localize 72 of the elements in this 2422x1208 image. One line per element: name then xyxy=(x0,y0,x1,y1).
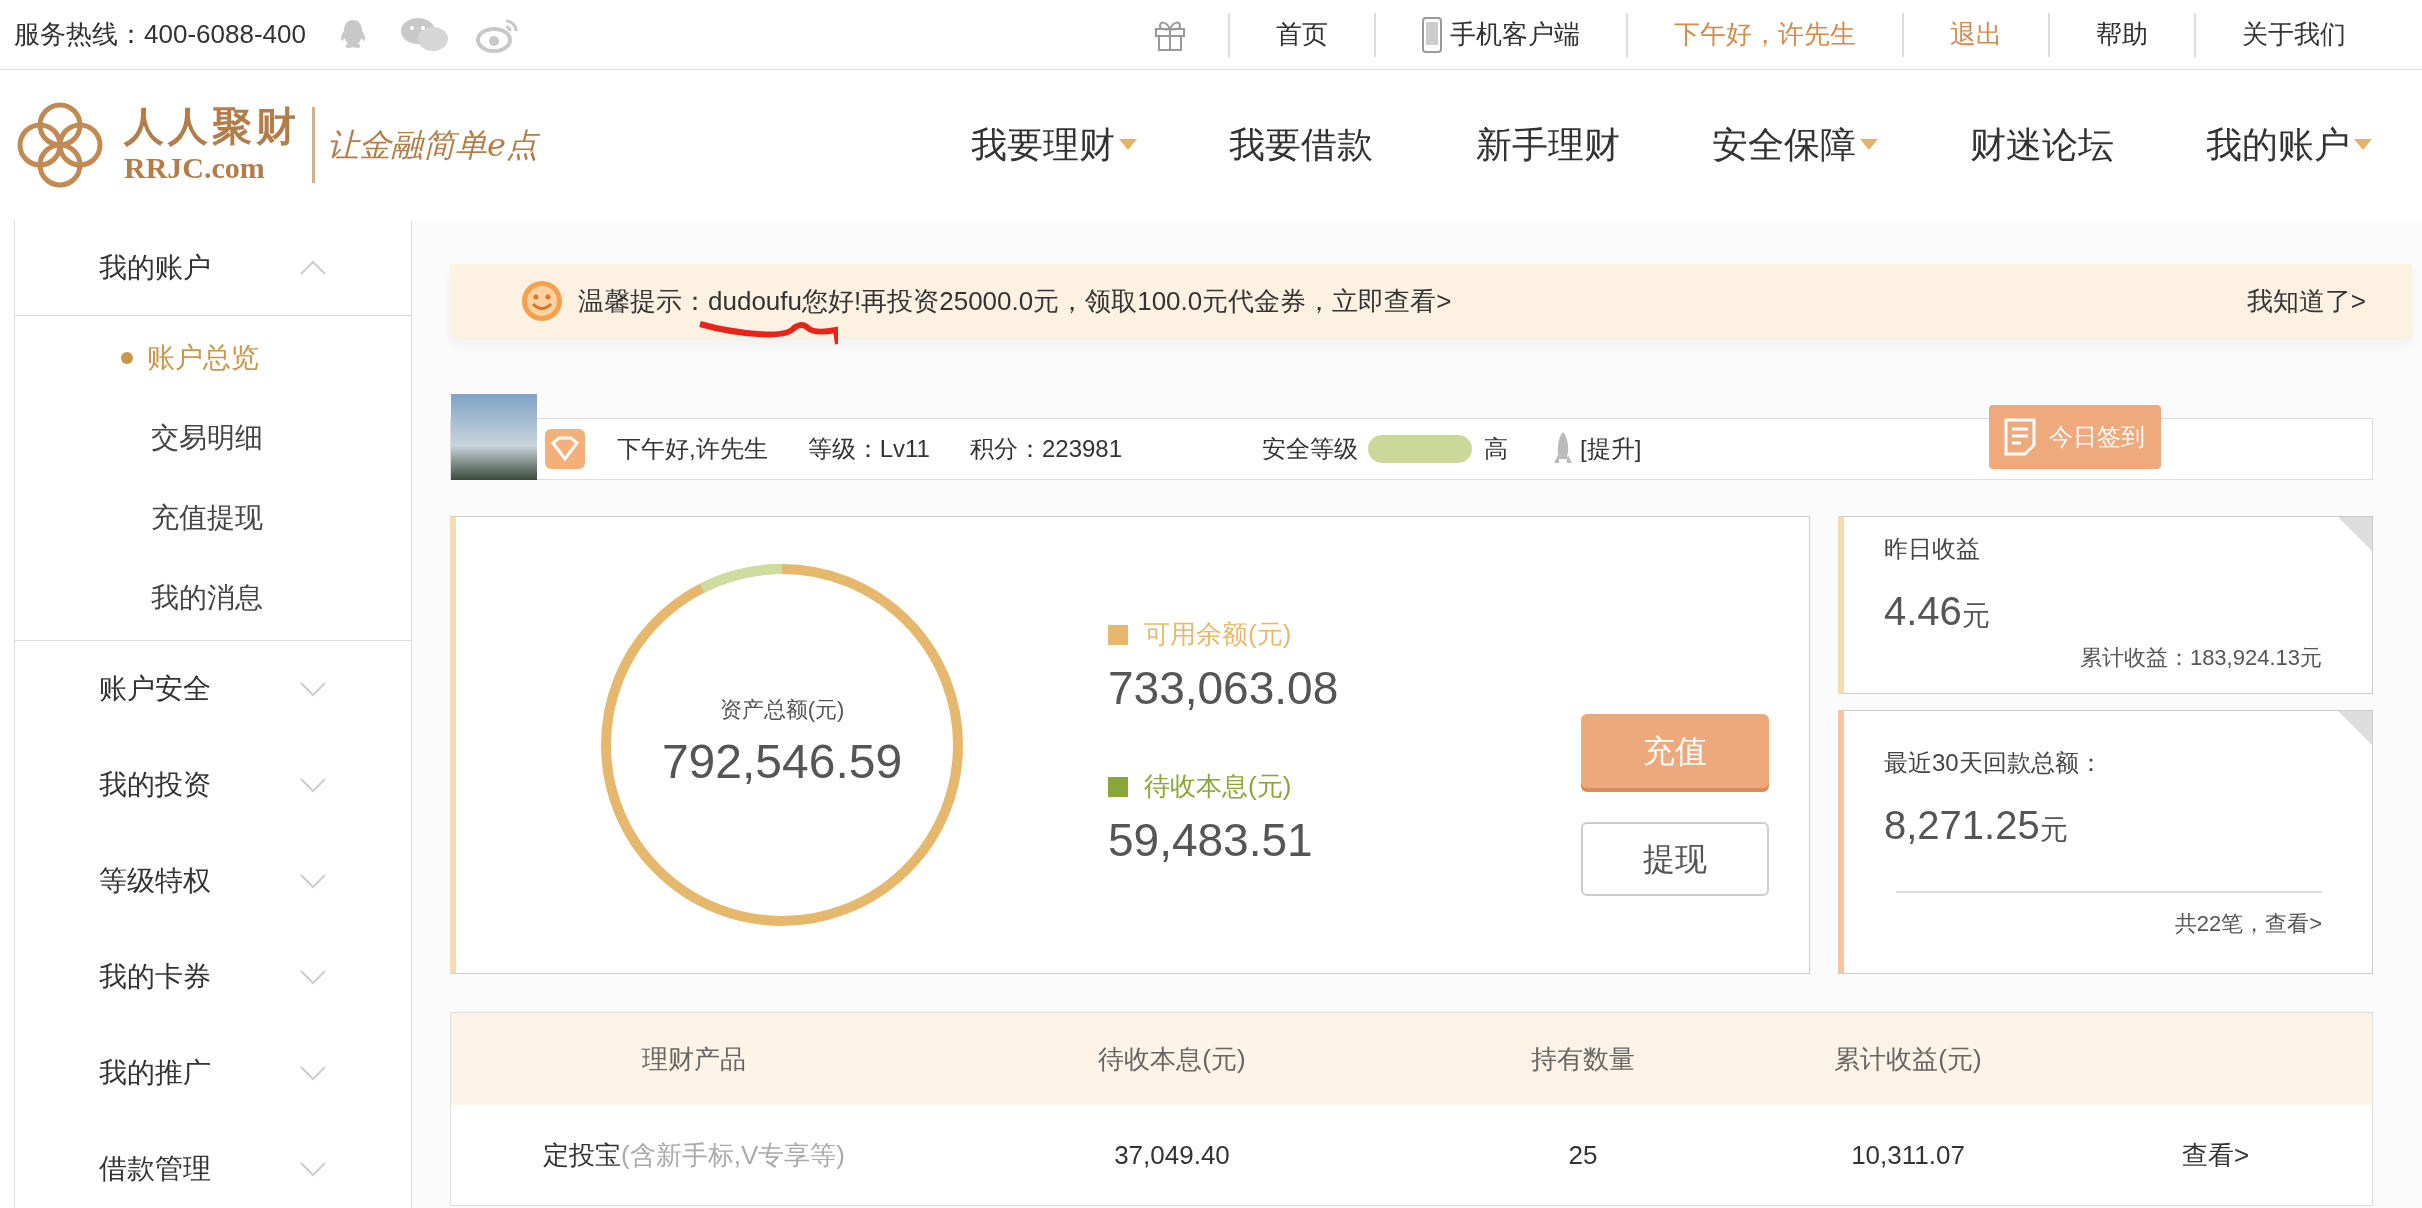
sidebar-item[interactable]: 充值提现 xyxy=(15,478,411,558)
legend-label: 可用余额(元) xyxy=(1144,618,1292,651)
caret-down-icon xyxy=(1118,139,1137,151)
table-cell-text: 25 xyxy=(1568,1138,1598,1172)
amount-value: 59,483.51 xyxy=(1108,813,1314,868)
logo-slogan: 让金融简单e点 xyxy=(327,125,538,166)
help-corner-icon[interactable] xyxy=(2338,517,2372,551)
column-header: 持有数量 xyxy=(1531,1042,1635,1076)
nav-item[interactable]: 我要借款 xyxy=(1177,118,1424,172)
upgrade-link[interactable]: [提升] xyxy=(1580,431,1642,467)
security-label: 安全等级 xyxy=(1262,434,1359,464)
chevron-down-icon xyxy=(299,1064,327,1081)
document-icon xyxy=(2003,417,2037,457)
hotline-text: 服务热线：400-6088-400 xyxy=(14,18,306,51)
legend-label: 待收本息(元) xyxy=(1144,770,1292,803)
nav-item[interactable]: 我的账户 xyxy=(2165,118,2412,172)
dismiss-link[interactable]: 我知道了> xyxy=(2246,281,2366,321)
help-corner-icon[interactable] xyxy=(2338,711,2372,745)
chat-bubbles-icon[interactable] xyxy=(399,16,450,53)
column-header: 待收本息(元) xyxy=(1098,1042,1246,1076)
bullet-icon xyxy=(121,352,133,364)
sidebar-section[interactable]: 等级特权 xyxy=(15,833,411,929)
chevron-down-icon xyxy=(299,1160,327,1177)
chevron-down-icon xyxy=(299,680,327,697)
total-label: 资产总额(元) xyxy=(719,695,845,724)
column-header: 理财产品 xyxy=(642,1042,746,1076)
grade-text: 等级：Lv11 xyxy=(807,434,930,464)
view-link[interactable]: 查看> xyxy=(2181,1135,2250,1175)
chevron-down-icon xyxy=(299,968,327,985)
top-link[interactable]: 帮助 xyxy=(2050,15,2194,54)
table-cell-text: 10,311.07 xyxy=(1851,1138,1965,1172)
caret-down-icon xyxy=(1859,139,1878,151)
sidebar-item[interactable]: 我的消息 xyxy=(15,558,411,638)
points-text: 积分：223981 xyxy=(969,434,1123,464)
chevron-up-icon xyxy=(299,259,327,276)
column-header: 累计收益(元) xyxy=(1834,1042,1982,1076)
sidebar-section[interactable]: 借款管理 xyxy=(15,1121,411,1208)
caret-down-icon xyxy=(2353,139,2372,151)
sidebar-section[interactable]: 账户安全 xyxy=(15,641,411,737)
chevron-down-icon xyxy=(299,872,327,889)
stat-value: 4.46元 xyxy=(1884,588,1991,635)
sidebar-section[interactable]: 我的卡券 xyxy=(15,929,411,1025)
stat-title: 昨日收益 xyxy=(1884,534,1981,564)
table-cell-text: 定投宝(含新手标,V专享等) xyxy=(543,1138,845,1172)
withdraw-button[interactable]: 提现 xyxy=(1581,822,1769,896)
cumulative-text: 累计收益：183,924.13元 xyxy=(2079,644,2322,672)
total-amount: 792,546.59 xyxy=(661,733,903,790)
security-rating: 高 xyxy=(1484,434,1509,464)
amount-value: 733,063.08 xyxy=(1108,661,1339,716)
nav-item[interactable]: 新手理财 xyxy=(1424,118,1671,172)
stat-value: 8,271.25元 xyxy=(1884,802,2069,849)
stat-title: 最近30天回款总额： xyxy=(1884,748,2104,778)
sidebar-section[interactable]: 我的账户 xyxy=(15,220,411,316)
greeting-text: 下午好,许先生 xyxy=(617,434,768,464)
top-link[interactable]: 首页 xyxy=(1230,15,1374,54)
chevron-down-icon xyxy=(299,776,327,793)
phone-icon xyxy=(1422,16,1442,53)
sidebar-section[interactable]: 我的投资 xyxy=(15,737,411,833)
notice-text: 温馨提示：dudoufu您好!再投资25000.0元，领取100.0元代金券，立即查看> xyxy=(578,285,1452,316)
smiley-icon xyxy=(520,279,564,323)
logo-name: 人人聚财 xyxy=(124,107,300,147)
top-link[interactable]: 手机客户端 xyxy=(1376,15,1626,54)
logo-domain: RRJC.com xyxy=(124,153,266,183)
sidebar-item[interactable]: 交易明细 xyxy=(15,398,411,478)
vip-badge-icon xyxy=(545,429,585,469)
table-cell-text: 37,049.40 xyxy=(1114,1138,1230,1172)
nav-item[interactable]: 我要理财 xyxy=(930,118,1177,172)
sidebar-section[interactable]: 我的推广 xyxy=(15,1025,411,1121)
nav-item[interactable]: 财迷论坛 xyxy=(1918,118,2165,172)
view-link[interactable]: 共22笔，查看> xyxy=(2174,907,2322,940)
nav-item[interactable]: 安全保障 xyxy=(1671,118,1918,172)
top-link[interactable]: 关于我们 xyxy=(2196,15,2392,54)
